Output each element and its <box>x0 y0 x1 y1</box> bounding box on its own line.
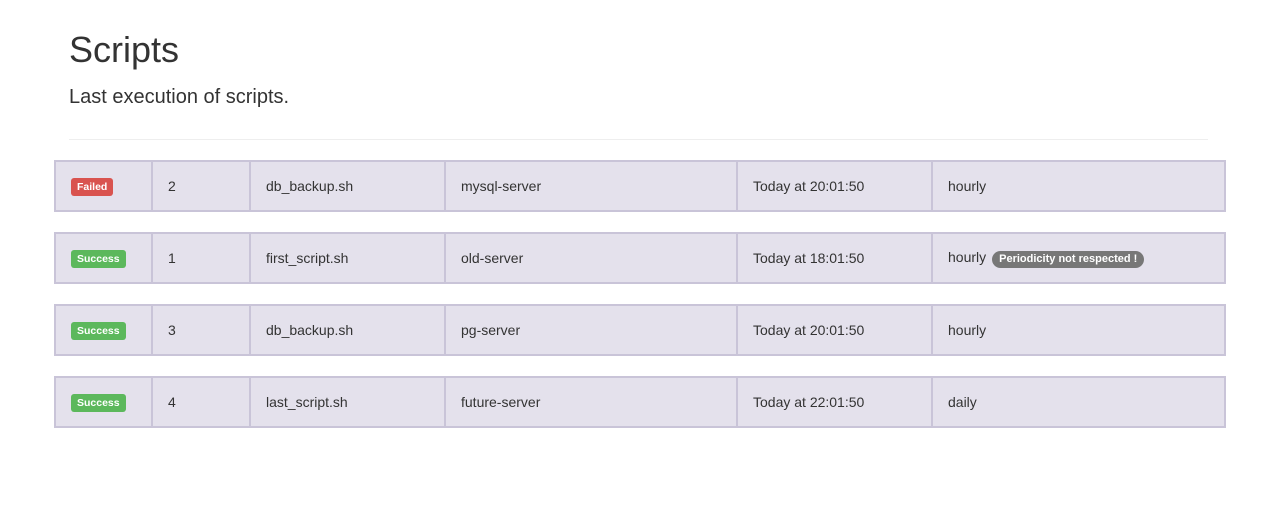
server-cell: pg-server <box>444 304 738 356</box>
divider <box>69 139 1208 140</box>
periodicity-text: hourly <box>948 178 987 194</box>
periodicity-cell: hourly Periodicity not respected ! <box>931 232 1226 284</box>
execution-time-cell: Today at 22:01:50 <box>736 376 933 428</box>
server-cell: future-server <box>444 376 738 428</box>
id-cell: 3 <box>151 304 251 356</box>
status-cell: Success <box>54 304 153 356</box>
periodicity-warning-badge: Periodicity not respected ! <box>992 250 1145 268</box>
status-cell: Failed <box>54 160 153 212</box>
script-row: Success 1 first_script.sh old-server Today a… <box>54 232 1226 284</box>
script-name-cell: db_backup.sh <box>249 160 446 212</box>
id-cell: 2 <box>151 160 251 212</box>
periodicity-cell: daily <box>931 376 1226 428</box>
periodicity-cell: hourly <box>931 304 1226 356</box>
status-badge: Success <box>71 393 126 412</box>
server-cell: mysql-server <box>444 160 738 212</box>
status-cell: Success <box>54 232 153 284</box>
status-badge: Success <box>71 321 126 340</box>
status-badge: Failed <box>71 177 114 196</box>
script-list: Failed 2 db_backup.sh mysql-server Today at … <box>54 160 1226 448</box>
script-name-cell: db_backup.sh <box>249 304 446 356</box>
execution-time-cell: Today at 18:01:50 <box>736 232 933 284</box>
id-cell: 4 <box>151 376 251 428</box>
periodicity-text: hourly <box>948 322 987 338</box>
script-row: Failed 2 db_backup.sh mysql-server Today at … <box>54 160 1226 212</box>
script-name-cell: first_script.sh <box>249 232 446 284</box>
server-cell: old-server <box>444 232 738 284</box>
id-cell: 1 <box>151 232 251 284</box>
periodicity-text: daily <box>948 394 977 410</box>
page-header: Scripts Last execution of scripts. <box>69 28 1208 110</box>
page-subtitle: Last execution of scripts. <box>69 86 290 108</box>
execution-time-cell: Today at 20:01:50 <box>736 160 933 212</box>
status-badge: Success <box>71 249 126 268</box>
script-row: Success 4 last_script.sh future-server Today… <box>54 376 1226 428</box>
script-name-cell: last_script.sh <box>249 376 446 428</box>
periodicity-text: hourly <box>948 248 987 265</box>
page-title: Scripts <box>69 29 180 70</box>
periodicity-cell: hourly <box>931 160 1226 212</box>
status-cell: Success <box>54 376 153 428</box>
script-row: Success 3 db_backup.sh pg-server Today at 20… <box>54 304 1226 356</box>
execution-time-cell: Today at 20:01:50 <box>736 304 933 356</box>
